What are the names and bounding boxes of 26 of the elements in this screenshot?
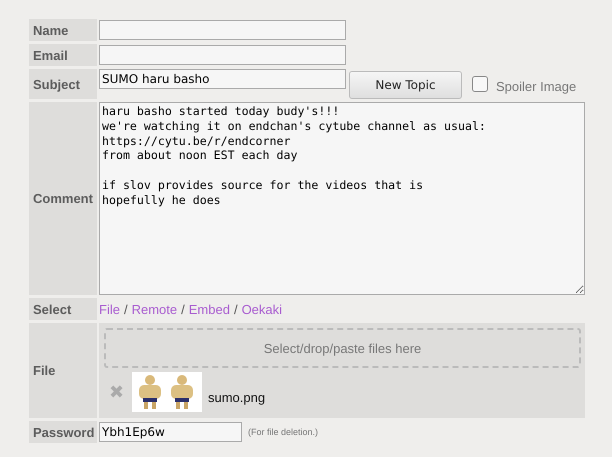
select-link[interactable]: Oekaki bbox=[242, 302, 282, 316]
select-link[interactable]: Embed bbox=[188, 302, 230, 316]
comment-field[interactable]: haru basho started today budy's!!! we're watching it on endchan's cytube channel as usual: https://cytu.be/r/endcorner from about noon EST each day if slov provides source for the videos that is hopefully he does bbox=[99, 102, 585, 295]
separator: / bbox=[181, 302, 185, 316]
password-label: Password bbox=[29, 421, 97, 443]
dropzone[interactable]: Select/drop/paste files here bbox=[104, 328, 581, 368]
spoiler-label: Spoiler Image bbox=[496, 78, 576, 94]
password-field[interactable]: Ybh1Ep6w bbox=[99, 422, 242, 442]
file-name: sumo.png bbox=[208, 390, 266, 404]
select-label: Select bbox=[29, 298, 97, 320]
email-field[interactable] bbox=[99, 45, 346, 65]
subject-label: Subject bbox=[29, 69, 97, 99]
spoiler-checkbox[interactable] bbox=[472, 76, 488, 92]
select-link[interactable]: File bbox=[99, 302, 120, 316]
thumbnail-image bbox=[132, 372, 202, 412]
comment-label: Comment bbox=[29, 102, 97, 295]
select-link[interactable]: Remote bbox=[132, 302, 178, 316]
subject-field[interactable]: SUMO haru basho bbox=[99, 69, 346, 89]
email-label: Email bbox=[29, 44, 97, 66]
file-label: File bbox=[29, 323, 97, 418]
name-field[interactable] bbox=[99, 20, 346, 40]
password-note: (For file deletion.) bbox=[248, 427, 318, 437]
separator: / bbox=[234, 302, 238, 316]
new-topic-button[interactable]: New Topic bbox=[349, 71, 462, 99]
separator: / bbox=[124, 302, 128, 316]
name-label: Name bbox=[29, 19, 97, 41]
